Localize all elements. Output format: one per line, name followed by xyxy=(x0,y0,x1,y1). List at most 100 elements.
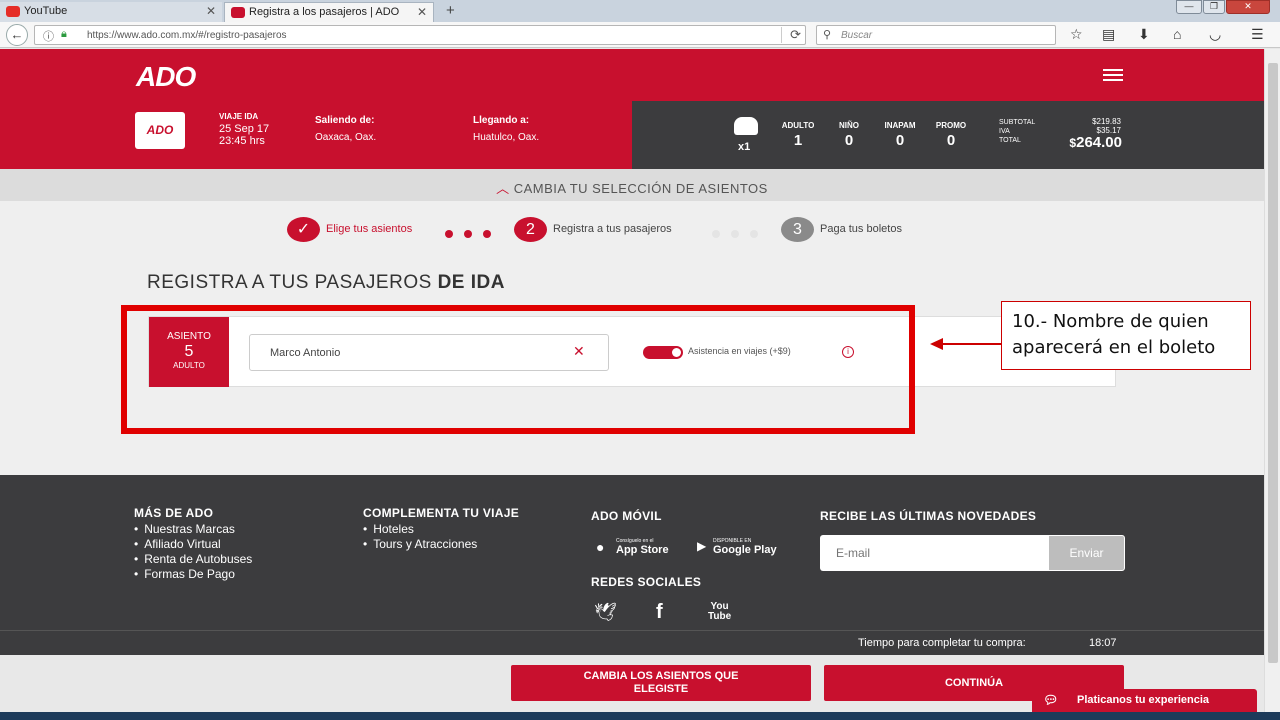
adult-count: ADULTO 1 xyxy=(781,121,815,149)
origin-block: Saliendo de: Oaxaca, Oax. xyxy=(315,115,376,143)
annotation-callout: 10.- Nombre de quien aparecerá en el bol… xyxy=(1001,301,1251,370)
progress-dot xyxy=(445,230,453,238)
seat-icon xyxy=(734,117,758,135)
os-taskbar xyxy=(0,712,1280,720)
maximize-button[interactable]: ❐ xyxy=(1203,0,1225,14)
reload-icon[interactable]: ⟳ xyxy=(781,27,801,43)
menu-icon[interactable]: ☰ xyxy=(1251,26,1264,43)
destination-block: Llegando a: Huatulco, Oax. xyxy=(473,115,539,143)
footer-link[interactable]: Renta de Autobuses xyxy=(134,552,252,567)
twitter-icon[interactable]: 🕊︎ xyxy=(594,602,617,623)
page-scrollbar[interactable] xyxy=(1264,49,1280,712)
check-icon: ✓ xyxy=(287,217,320,242)
progress-dot xyxy=(731,230,739,238)
close-tab-icon[interactable]: ✕ xyxy=(417,5,427,19)
trip-summary: ADO VIAJE IDA 25 Sep 17 23:45 hrs Salien… xyxy=(0,101,1264,169)
search-placeholder: Buscar xyxy=(841,30,873,41)
promo-count: PROMO 0 xyxy=(935,121,967,149)
progress-dot xyxy=(750,230,758,238)
site-header: ADO xyxy=(0,49,1264,101)
app-store-badge[interactable]: ● Consíguelo en el App Store xyxy=(596,538,669,556)
home-icon[interactable]: ⌂ xyxy=(1173,26,1181,42)
site-footer: MÁS DE ADO Nuestras Marcas Afiliado Virt… xyxy=(0,475,1264,630)
origin-label: Saliendo de: xyxy=(315,115,375,126)
action-bar: CAMBIA LOS ASIENTOS QUE ELEGISTE CONTINÚA… xyxy=(0,655,1264,712)
tab-ado[interactable]: Registra a los pasajeros | ADO ✕ xyxy=(224,2,434,22)
arrow-left-icon xyxy=(930,338,1002,350)
subtotal-value: $219.83 xyxy=(1092,117,1121,126)
step-label: Elige tus asientos xyxy=(326,223,413,235)
child-count: NIÑO 0 xyxy=(839,121,859,149)
progress-dot xyxy=(464,230,472,238)
reading-list-icon[interactable]: ▤ xyxy=(1102,26,1115,43)
lock-icon: 🔒︎ xyxy=(61,28,67,40)
footer-heading: RECIBE LAS ÚLTIMAS NOVEDADES xyxy=(820,509,1037,523)
minimize-button[interactable]: — xyxy=(1176,0,1202,14)
footer-heading: MÁS DE ADO xyxy=(134,506,214,520)
step-label: Registra a tus pasajeros xyxy=(553,223,672,235)
fare-labels: SUBTOTAL IVA TOTAL xyxy=(999,119,1036,144)
purchase-timer: Tiempo para completar tu compra: 18:07 xyxy=(0,630,1264,655)
bookmark-star-icon[interactable]: ☆ xyxy=(1070,26,1083,43)
destination-label: Llegando a: xyxy=(473,115,530,126)
pocket-icon[interactable]: ◡ xyxy=(1209,26,1221,43)
google-play-badge[interactable]: ▶ DISPONIBLE EN Google Play xyxy=(697,538,777,556)
facebook-icon[interactable]: f xyxy=(656,601,663,624)
footer-heading: COMPLEMENTA TU VIAJE xyxy=(363,506,520,520)
step-number: 3 xyxy=(781,217,814,242)
chevron-up-icon: ︿ xyxy=(496,181,510,196)
footer-link[interactable]: Tours y Atracciones xyxy=(363,537,519,552)
url-bar[interactable]: ⓘ 🔒︎ https://www.ado.com.mx/#/registro-p… xyxy=(34,25,806,45)
youtube-icon[interactable]: You Tube xyxy=(708,602,731,622)
trip-label: VIAJE IDA xyxy=(219,112,259,121)
search-input[interactable]: ⚲ Buscar xyxy=(816,25,1056,45)
chat-button[interactable]: 💬︎ Platicanos tu experiencia xyxy=(1032,689,1257,712)
url-text: https://www.ado.com.mx/#/registro-pasaje… xyxy=(87,30,287,41)
footer-link[interactable]: Afiliado Virtual xyxy=(134,537,252,552)
ado-logo[interactable]: ADO xyxy=(136,61,196,93)
timer-value: 18:07 xyxy=(1089,637,1117,649)
close-tab-icon[interactable]: ✕ xyxy=(206,4,216,18)
download-icon[interactable]: ⬇ xyxy=(1138,26,1150,43)
apple-icon: ● xyxy=(596,539,605,555)
fare-values: $219.83 $35.17 xyxy=(1072,117,1121,135)
origin-value: Oaxaca, Oax. xyxy=(315,132,377,143)
hamburger-menu-icon[interactable] xyxy=(1103,69,1123,83)
scrollbar-thumb[interactable] xyxy=(1268,63,1278,663)
play-icon: ▶ xyxy=(697,539,707,553)
page-title: REGISTRA A TUS PASAJEROS DE IDA xyxy=(147,272,505,293)
browser-navbar: ← ⓘ 🔒︎ https://www.ado.com.mx/#/registro… xyxy=(0,22,1280,48)
footer-more: MÁS DE ADO Nuestras Marcas Afiliado Virt… xyxy=(134,506,252,582)
new-tab-button[interactable]: + xyxy=(446,2,455,19)
tab-label: Registra a los pasajeros | ADO xyxy=(249,6,400,18)
inapam-count: INAPAM 0 xyxy=(884,121,916,149)
chat-label: Platicanos tu experiencia xyxy=(1077,694,1210,706)
footer-mobile: ADO MÓVIL xyxy=(591,509,662,523)
send-button[interactable]: Enviar xyxy=(1048,535,1125,571)
bus-line-logo: ADO xyxy=(135,112,185,149)
highlight-box xyxy=(121,305,915,434)
seat-count: x1 xyxy=(738,141,751,153)
ado-favicon-icon xyxy=(231,7,245,18)
change-seats-button[interactable]: CAMBIA LOS ASIENTOS QUE ELEGISTE xyxy=(511,665,811,701)
progress-dot xyxy=(712,230,720,238)
change-seats-toggle[interactable]: ︿ CAMBIA TU SELECCIÓN DE ASIENTOS xyxy=(0,169,1264,201)
search-icon: ⚲ xyxy=(823,29,832,41)
footer-heading: ADO MÓVIL xyxy=(591,509,662,523)
trip-date: 25 Sep 17 xyxy=(219,123,270,135)
email-field[interactable] xyxy=(820,535,1050,571)
info-icon[interactable]: ⓘ xyxy=(43,28,54,44)
fare-summary: x1 ADULTO 1 NIÑO 0 INAPAM 0 PROMO 0 SUBT… xyxy=(632,101,1264,169)
footer-link[interactable]: Hoteles xyxy=(363,522,519,537)
footer-link[interactable]: Formas De Pago xyxy=(134,567,252,582)
tab-youtube[interactable]: YouTube ✕ xyxy=(0,2,222,22)
timer-label: Tiempo para completar tu compra: xyxy=(858,637,1026,649)
progress-dot xyxy=(483,230,491,238)
trip-details: ADO VIAJE IDA 25 Sep 17 23:45 hrs Salien… xyxy=(0,101,632,169)
back-button[interactable]: ← xyxy=(6,24,28,46)
footer-link[interactable]: Nuestras Marcas xyxy=(134,522,252,537)
trip-time: 23:45 hrs xyxy=(219,135,265,147)
close-window-button[interactable]: ✕ xyxy=(1226,0,1270,14)
destination-value: Huatulco, Oax. xyxy=(473,132,540,143)
total-value: $264.00 xyxy=(1069,134,1122,151)
